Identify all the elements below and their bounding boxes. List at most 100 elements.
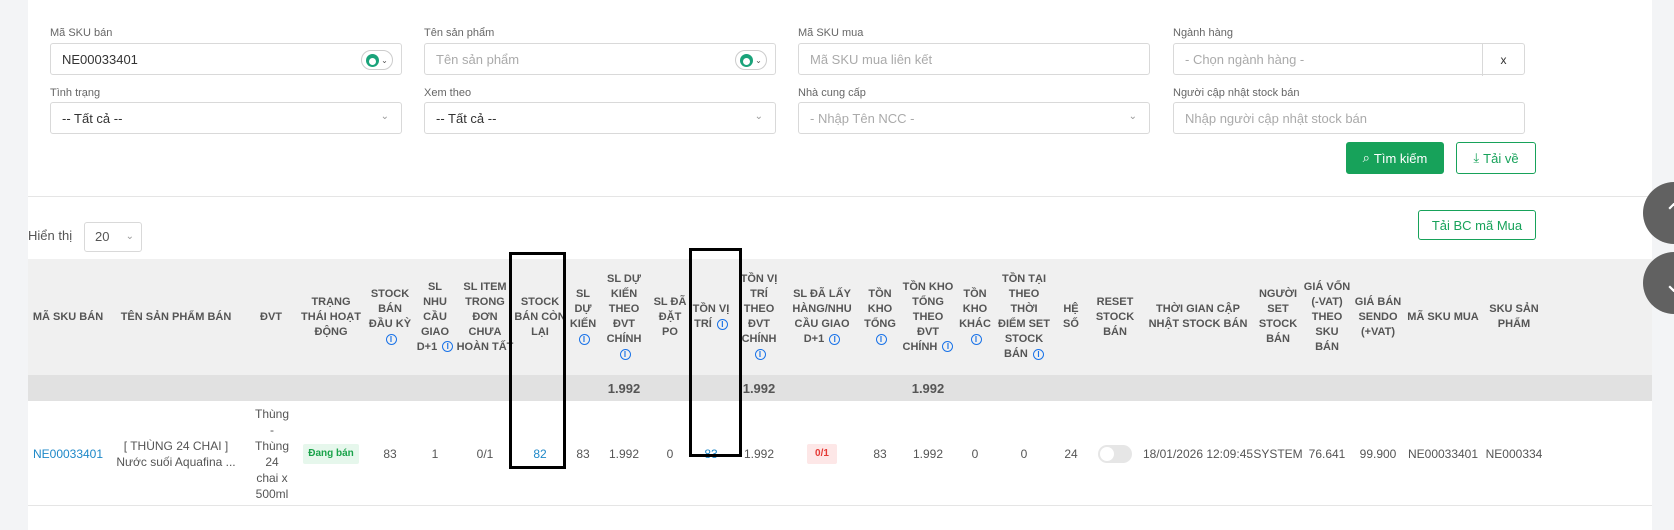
cell: 0	[1020, 446, 1028, 461]
nguoi-cap-nhat-label: Người cập nhật stock bán	[1173, 87, 1300, 99]
cell: 99.900	[1359, 446, 1397, 461]
col-header: SL đã đặt PO	[653, 295, 687, 338]
chevron-down-icon: ⌄	[1128, 111, 1137, 122]
page-size-select[interactable]: 20 ⌄	[84, 222, 142, 252]
summary-cell: 1.992	[911, 380, 945, 396]
info-icon: i	[619, 348, 631, 360]
col-header: Giá bán Sendo (+VAT)	[1354, 295, 1402, 338]
cell: 1.992	[912, 446, 944, 461]
sku-mua-input[interactable]: Mã SKU mua liên kết	[798, 43, 1150, 75]
nganh-hang-select[interactable]: - Chọn ngành hàng - x	[1173, 43, 1525, 76]
info-icon: i	[754, 348, 766, 360]
cell: 0/1	[786, 401, 858, 506]
status-badge: Đang bán	[303, 443, 359, 464]
sku-mua-label: Mã SKU mua	[798, 27, 864, 39]
col-header: Tồn kho khác i	[959, 288, 991, 345]
col-header: Tồn kho tổng theo ĐVT chính i	[902, 280, 954, 353]
col-header: Stock bán đầu kỳ i	[368, 288, 412, 345]
col-header: Giá vốn (-VAT) theo SKU bán	[1303, 280, 1351, 353]
col-header: SL đã lấy hàng/nhu cầu giao D+1 i	[792, 288, 852, 345]
download-button[interactable]: ⤓ Tải về	[1456, 142, 1536, 174]
sku-ban-label: Mã SKU bán	[50, 27, 113, 39]
summary-row: 1.992 1.992 1.992	[28, 375, 1652, 401]
report-button[interactable]: Tải BC mã Mua	[1418, 210, 1536, 240]
col-header: SL nhu cầu giao D+1 i	[416, 259, 454, 375]
col-header: ĐVT	[260, 310, 282, 323]
cell: 18/01/2026 12:09:45	[1142, 446, 1254, 461]
chevron-down-icon: ⌄	[754, 111, 763, 122]
search-button[interactable]: ⌕ Tìm kiếm	[1346, 142, 1444, 174]
cell: 83	[576, 446, 590, 461]
sku-ban-input[interactable]: NE00033401 ⌄	[50, 43, 402, 75]
ten-san-pham-label: Tên sản phẩm	[424, 27, 495, 39]
reset-cell	[1090, 401, 1140, 506]
col-header: SL item trong đơn chưa hoàn tất	[456, 280, 514, 353]
info-icon: i	[578, 333, 590, 345]
info-icon: i	[442, 341, 454, 353]
match-mode-toggle[interactable]: ⌄	[735, 50, 767, 70]
summary-cell: 1.992	[607, 380, 641, 396]
col-header: Tồn kho tổng i	[864, 288, 896, 345]
chevron-down-icon: ⌄	[125, 231, 134, 242]
cell: 1.992	[608, 446, 640, 461]
xem-theo-select[interactable]: -- Tất cả -- ⌄	[424, 102, 776, 134]
chevron-up-icon: ⌃	[1663, 197, 1674, 228]
divider	[28, 196, 1652, 197]
chevron-down-icon: ⌄	[380, 111, 389, 122]
table-header: Mã SKU bán Tên sản phẩm bán ĐVT Trạng th…	[28, 259, 1652, 375]
chevron-down-icon: ⌄	[1663, 267, 1674, 298]
col-header: Hệ số	[1063, 303, 1079, 330]
cell: 0	[971, 446, 979, 461]
unit: Thùng - Thùng 24 chai x 500ml	[254, 406, 290, 501]
pick-badge: 0/1	[807, 443, 837, 464]
reset-stock-toggle[interactable]	[1098, 444, 1132, 463]
table-row: NE00033401 [ THÙNG 24 CHAI ] Nước suối A…	[28, 401, 1652, 506]
cell: SYSTEM	[1253, 446, 1303, 461]
col-header: Tên sản phẩm bán	[120, 310, 232, 323]
tinh-trang-label: Tình trạng	[50, 87, 101, 99]
cell: NE000334	[1485, 446, 1543, 461]
col-header: Tồn tại theo thời điểm set stock bán i	[998, 273, 1050, 360]
search-icon: ⌕	[1362, 150, 1370, 165]
nha-cung-cap-label: Nhà cung cấp	[798, 87, 866, 99]
nganh-hang-label: Ngành hàng	[1173, 27, 1233, 39]
cell: 83	[873, 446, 887, 461]
match-mode-toggle[interactable]: ⌄	[361, 50, 393, 70]
info-icon: i	[970, 333, 982, 345]
col-header: Mã SKU bán	[32, 310, 104, 323]
download-icon: ⤓	[1473, 150, 1480, 165]
ten-san-pham-input[interactable]: Tên sản phẩm ⌄	[424, 43, 776, 75]
col-header: SL dự kiến i	[569, 288, 597, 345]
clear-button[interactable]: x	[1482, 44, 1524, 76]
cell: NE00033401	[1407, 446, 1479, 461]
col-header: Trạng thái hoạt động	[301, 295, 361, 338]
cell: 0	[666, 446, 674, 461]
col-header: Mã SKU mua	[1407, 310, 1479, 323]
info-icon: i	[942, 341, 954, 353]
col-header: Thời gian cập nhật stock bán	[1148, 303, 1248, 330]
cell: 76.641	[1308, 446, 1346, 461]
status-cell: Đang bán	[298, 401, 364, 506]
info-icon: i	[829, 333, 841, 345]
page-size-label: Hiển thị	[28, 228, 73, 243]
main-panel: Mã SKU bán NE00033401 ⌄ Tên sản phẩm Tên…	[28, 0, 1652, 530]
highlight-box	[509, 252, 566, 469]
col-header: Người set stock bán	[1258, 288, 1298, 345]
sku-link[interactable]: NE00033401	[28, 401, 108, 506]
tinh-trang-select[interactable]: -- Tất cả -- ⌄	[50, 102, 402, 134]
product-name: [ THÙNG 24 CHAI ] Nước suối Aquafina ...	[116, 438, 236, 469]
info-icon: i	[385, 333, 397, 345]
col-header: SKU sản phẩm	[1489, 303, 1539, 330]
xem-theo-label: Xem theo	[424, 87, 472, 99]
info-icon: i	[875, 333, 887, 345]
info-icon: i	[1032, 348, 1044, 360]
cell: 24	[1064, 446, 1078, 461]
nha-cung-cap-select[interactable]: - Nhập Tên NCC - ⌄	[798, 102, 1150, 134]
col-header: SL dự kiến theo ĐVT chính i	[606, 273, 642, 360]
highlight-box	[689, 248, 742, 457]
cell: 1	[431, 446, 439, 461]
cell: 83	[383, 446, 397, 461]
cell: 0/1	[476, 446, 494, 461]
nguoi-cap-nhat-input[interactable]: Nhập người cập nhật stock bán	[1173, 102, 1525, 134]
col-header: Reset stock bán	[1095, 295, 1135, 338]
